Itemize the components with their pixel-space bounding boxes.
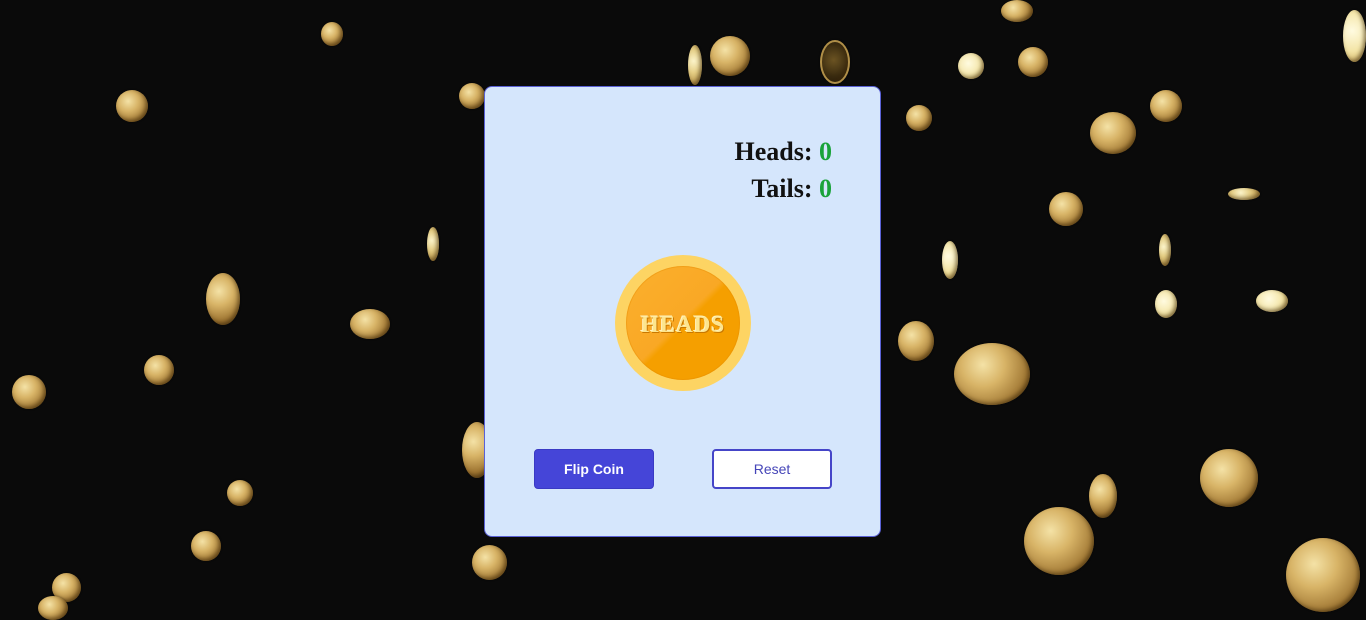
background-coin-icon xyxy=(1018,47,1048,77)
background-coin-icon xyxy=(1200,449,1258,507)
background-coin-icon xyxy=(227,480,253,506)
tails-count: 0 xyxy=(819,174,832,203)
background-coin-icon xyxy=(1155,290,1177,318)
background-coin-icon xyxy=(144,355,174,385)
flip-coin-button[interactable]: Flip Coin xyxy=(534,449,654,489)
heads-score: Heads: 0 xyxy=(735,133,833,170)
heads-label: Heads: xyxy=(734,137,819,166)
background-coin-icon xyxy=(191,531,221,561)
tails-label: Tails: xyxy=(751,174,819,203)
tails-score: Tails: 0 xyxy=(735,170,832,207)
background-coin-icon xyxy=(942,241,958,279)
coin: HEADS xyxy=(615,255,751,391)
background-coin-icon xyxy=(1256,290,1288,312)
background-coin-icon xyxy=(958,53,984,79)
background-coin-icon xyxy=(820,40,850,84)
coin-face-text: HEADS xyxy=(640,312,726,337)
reset-button[interactable]: Reset xyxy=(712,449,832,489)
background-coin-icon xyxy=(1159,234,1171,266)
background-coin-icon xyxy=(38,596,68,620)
background-coin-icon xyxy=(350,309,390,339)
coin-flip-card: Heads: 0 Tails: 0 HEADS Flip Coin Reset xyxy=(484,86,881,537)
background-coin-icon xyxy=(321,22,343,46)
background-coin-icon xyxy=(206,273,240,325)
background-coin-icon xyxy=(898,321,934,361)
background-coin-icon xyxy=(12,375,46,409)
background-coin-icon xyxy=(1049,192,1083,226)
background-coin-icon xyxy=(688,45,702,85)
scoreboard: Heads: 0 Tails: 0 xyxy=(735,133,833,207)
background-coin-icon xyxy=(116,90,148,122)
background-coin-icon xyxy=(1001,0,1033,22)
heads-count: 0 xyxy=(819,137,832,166)
background-coin-icon xyxy=(1089,474,1117,518)
background-coin-icon xyxy=(427,227,439,261)
background-coin-icon xyxy=(472,545,507,580)
background-coin-icon xyxy=(1228,188,1260,200)
background-coin-icon xyxy=(1090,112,1136,154)
background-coin-icon xyxy=(459,83,485,109)
background-coin-icon xyxy=(1024,507,1094,575)
background-coin-icon xyxy=(954,343,1030,405)
background-coin-icon xyxy=(1286,538,1360,612)
background-coin-icon xyxy=(1150,90,1182,122)
background-coin-icon xyxy=(906,105,932,131)
background-coin-icon xyxy=(1343,10,1366,62)
background-coin-icon xyxy=(710,36,750,76)
